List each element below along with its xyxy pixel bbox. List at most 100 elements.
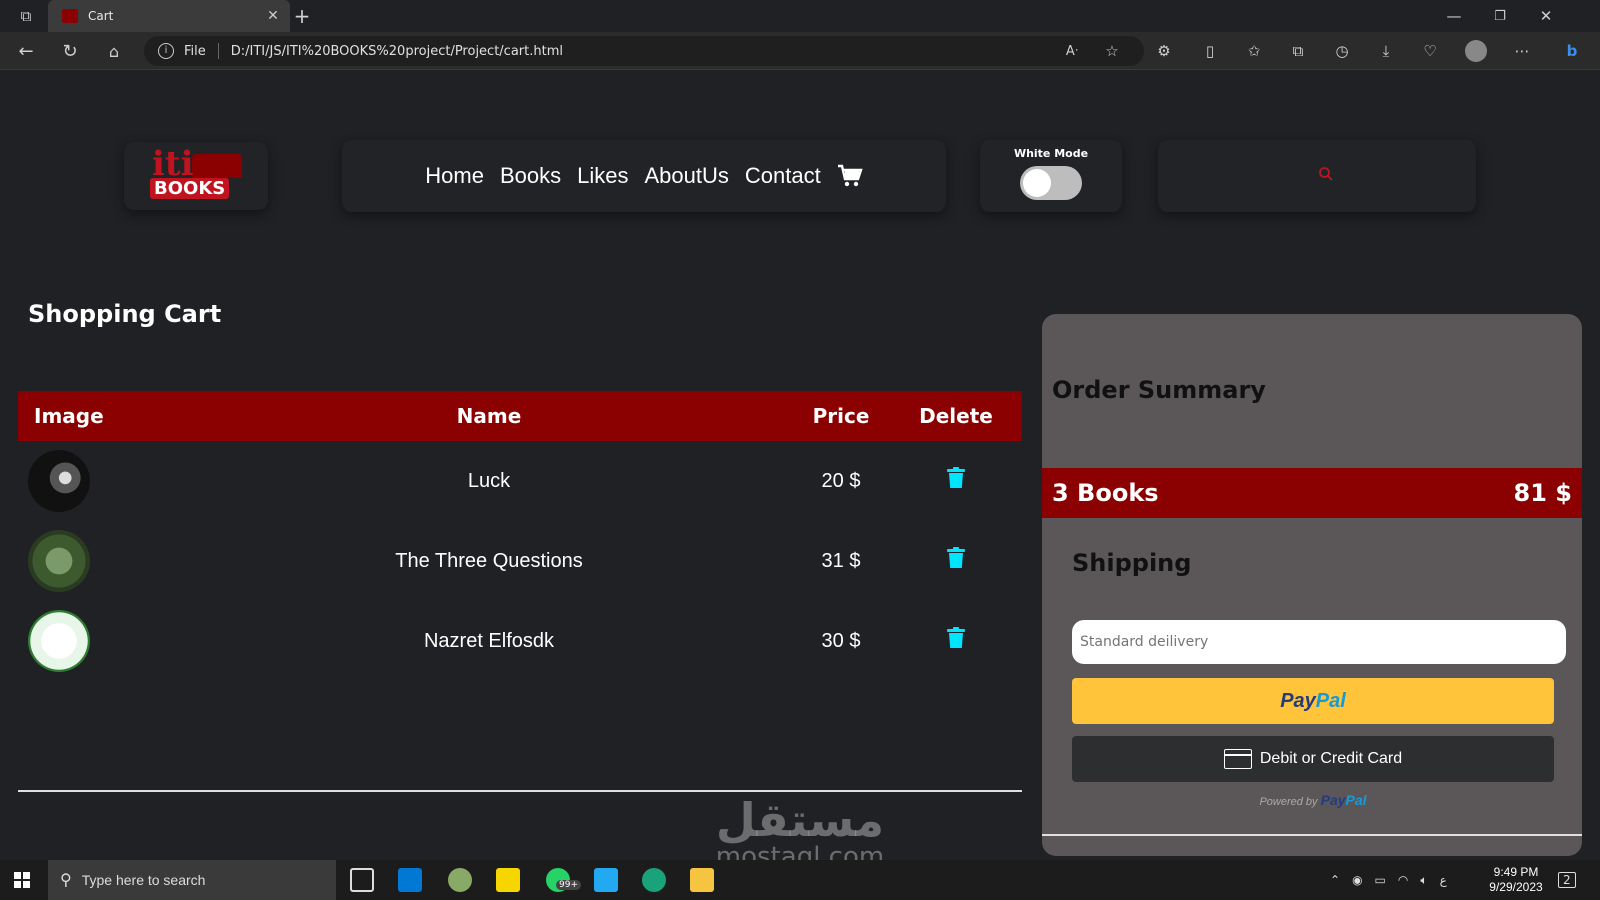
url-field[interactable]: i File D:/ITI/JS/ITI%20BOOKS%20project/P…	[144, 36, 1144, 66]
url-text: D:/ITI/JS/ITI%20BOOKS%20project/Project/…	[230, 43, 563, 59]
camera-icon[interactable]: ◉	[1352, 873, 1362, 887]
table-row: The Three Questions 31 $	[18, 521, 1022, 601]
notifications-icon[interactable]: 2	[1558, 860, 1576, 900]
toggle-knob	[1023, 169, 1051, 197]
notifications-count: 2	[1558, 872, 1576, 888]
search-icon[interactable]	[1318, 166, 1334, 182]
logo-book-icon	[192, 154, 242, 178]
workspaces-icon[interactable]: ⧉	[12, 2, 40, 30]
credit-card-icon	[1223, 749, 1252, 769]
book-cover-image	[28, 610, 90, 672]
tab-bar: ⧉ Cart ✕ + — ❐ ✕	[0, 0, 1600, 32]
table-row: Luck 20 $	[18, 441, 1022, 521]
trash-icon[interactable]	[946, 547, 966, 569]
performance-icon[interactable]: ♡	[1416, 37, 1444, 65]
info-icon[interactable]: i	[158, 43, 174, 59]
white-mode-toggle[interactable]	[1020, 166, 1082, 200]
tab-cart[interactable]: Cart ✕	[48, 0, 290, 32]
task-view-icon[interactable]	[350, 868, 374, 892]
close-tab-icon[interactable]: ✕	[262, 8, 284, 24]
site-logo[interactable]: iti BOOKS	[124, 142, 268, 210]
shipping-title: Shipping	[1072, 549, 1192, 577]
favorite-star-icon[interactable]: ☆	[1098, 37, 1126, 65]
book-cover-image	[28, 530, 90, 592]
search-box[interactable]	[1158, 140, 1476, 212]
home-icon[interactable]: ⌂	[100, 37, 128, 65]
store-icon[interactable]	[398, 868, 422, 892]
split-screen-icon[interactable]: ▯	[1196, 37, 1224, 65]
system-tray: ⌃ ◉ ▭ ◠ 🔈︎ ع	[1330, 860, 1447, 900]
powered-by-paypal: Powered by PayPal	[1072, 792, 1554, 808]
close-window-icon[interactable]: ✕	[1532, 2, 1560, 30]
nav-books[interactable]: Books	[500, 163, 561, 189]
tray-chevron-icon[interactable]: ⌃	[1330, 873, 1340, 887]
wifi-icon[interactable]: ◠	[1398, 873, 1408, 887]
trash-icon[interactable]	[946, 627, 966, 649]
profile-avatar-icon[interactable]	[1462, 37, 1490, 65]
table-row: Nazret Elfosdk 30 $	[18, 601, 1022, 681]
windows-start-icon[interactable]	[14, 872, 30, 888]
clock-date: 9/29/2023	[1489, 880, 1543, 894]
sticky-notes-icon[interactable]	[496, 868, 520, 892]
cart-icon[interactable]	[837, 164, 863, 188]
taskbar: ⚲ Type here to search 99+ ⌃ ◉ ▭ ◠ 🔈︎ ع 9…	[0, 860, 1600, 900]
clock[interactable]: 9:49 PM 9/29/2023	[1476, 865, 1556, 895]
taskbar-search[interactable]: ⚲ Type here to search	[48, 860, 336, 900]
url-scheme-label: File	[184, 43, 206, 59]
collections-icon[interactable]: ⧉	[1284, 37, 1312, 65]
more-menu-icon[interactable]: ⋯	[1508, 37, 1536, 65]
file-explorer-icon[interactable]	[690, 868, 714, 892]
debit-credit-button[interactable]: Debit or Credit Card	[1072, 736, 1554, 782]
minimize-icon[interactable]: —	[1440, 2, 1468, 30]
download-icon[interactable]: ⤓	[1372, 37, 1400, 65]
mode-label: White Mode	[1013, 147, 1089, 160]
taskbar-search-placeholder: Type here to search	[81, 872, 206, 888]
cart-table: Image Name Price Delete Luck 20 $ The Th…	[18, 391, 1022, 681]
restore-icon[interactable]: ❐	[1486, 2, 1514, 30]
refresh-icon[interactable]: ↻	[56, 37, 84, 65]
theme-switch-card: White Mode	[980, 140, 1122, 212]
search-icon: ⚲	[60, 872, 72, 889]
history-icon[interactable]: ◷	[1328, 37, 1356, 65]
tab-favicon-icon	[62, 9, 78, 23]
tab-title: Cart	[88, 9, 114, 23]
powered-brand-b: Pal	[1345, 792, 1367, 808]
whatsapp-badge: 99+	[556, 880, 581, 890]
favorites-icon[interactable]: ✩	[1240, 37, 1268, 65]
book-price: 20 $	[821, 469, 861, 492]
edge-icon[interactable]	[642, 868, 666, 892]
order-summary-panel: Order Summary 3 Books 81 $ Shipping PayP…	[1042, 314, 1582, 856]
vscode-icon[interactable]	[594, 868, 618, 892]
total-price: 81 $	[1513, 479, 1572, 507]
copilot-icon[interactable]: b	[1558, 37, 1586, 65]
nav-contact[interactable]: Contact	[745, 163, 821, 189]
watermark-arabic: مستقل	[715, 793, 885, 847]
whatsapp-icon[interactable]: 99+	[546, 868, 581, 892]
nav-aboutus[interactable]: AboutUs	[644, 163, 728, 189]
main-nav: Home Books Likes AboutUs Contact	[342, 140, 946, 212]
book-count: 3 Books	[1052, 479, 1159, 507]
debit-credit-label: Debit or Credit Card	[1259, 750, 1403, 767]
shipping-input[interactable]	[1072, 620, 1566, 664]
column-header-name: Name	[186, 391, 792, 441]
watermark: مستقل mostaql.com	[700, 796, 900, 870]
order-summary-title: Order Summary	[1052, 376, 1266, 404]
book-name: Luck	[467, 469, 511, 492]
battery-icon[interactable]: ▭	[1375, 873, 1386, 887]
nav-home[interactable]: Home	[425, 163, 484, 189]
back-icon[interactable]: ←	[12, 37, 40, 65]
paypal-word-a: Pay	[1280, 689, 1316, 712]
url-divider	[217, 43, 219, 59]
trash-icon[interactable]	[946, 467, 966, 489]
cart-divider	[18, 790, 1022, 792]
paint-icon[interactable]	[448, 868, 472, 892]
new-tab-icon[interactable]: +	[288, 2, 316, 30]
column-header-delete: Delete	[890, 391, 1022, 441]
language-indicator[interactable]: ع	[1440, 873, 1447, 887]
nav-likes[interactable]: Likes	[577, 163, 628, 189]
paypal-button[interactable]: Pay Pal	[1072, 678, 1554, 724]
read-aloud-icon[interactable]: Aᐧ	[1058, 37, 1086, 65]
page: iti BOOKS Home Books Likes AboutUs Conta…	[0, 70, 1600, 860]
extensions-icon[interactable]: ⚙	[1150, 37, 1178, 65]
volume-icon[interactable]: 🔈︎	[1420, 873, 1427, 888]
